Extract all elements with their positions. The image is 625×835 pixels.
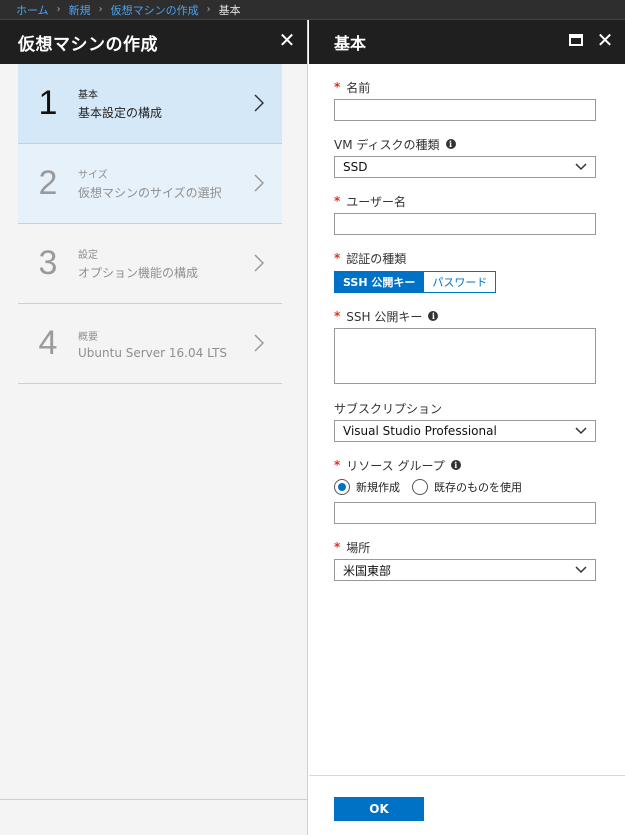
required-asterisk: * xyxy=(334,309,341,323)
auth-ssh-key-option[interactable]: SSH 公開キー xyxy=(334,271,425,293)
vm-disk-type-label-text: VM ディスクの種類 xyxy=(334,137,440,152)
username-label: * ユーザー名 xyxy=(334,194,596,209)
location-label-text: 場所 xyxy=(346,540,371,555)
info-icon[interactable]: i xyxy=(428,311,439,321)
step-number: 3 xyxy=(38,244,58,282)
subscription-select[interactable]: Visual Studio Professional xyxy=(334,420,596,442)
chevron-right-icon xyxy=(254,334,264,352)
chevron-right-icon: › xyxy=(206,4,211,15)
auth-type-toggle: SSH 公開キー パスワード xyxy=(334,271,596,293)
required-asterisk: * xyxy=(334,540,341,554)
chevron-right-icon xyxy=(254,94,264,112)
username-label-text: ユーザー名 xyxy=(346,194,407,209)
ssh-key-label-text: SSH 公開キー xyxy=(346,309,423,324)
step-settings[interactable]: 3 設定 オプション機能の構成 xyxy=(18,224,282,304)
step-title: 基本 xyxy=(78,90,98,101)
ssh-key-label: * SSH 公開キー i xyxy=(334,309,596,324)
subscription-label-text: サブスクリプション xyxy=(334,401,443,416)
basics-form: * 名前 VM ディスクの種類 i SSD * ユーザー名 * 認証の種類 SS… xyxy=(334,80,596,581)
breadcrumb: ホーム › 新規 › 仮想マシンの作成 › 基本 xyxy=(0,0,625,20)
step-subtitle: 仮想マシンのサイズの選択 xyxy=(78,186,222,200)
create-vm-blade: 仮想マシンの作成 ✕ 1 基本 基本設定の構成 2 サイズ 仮想マシンのサイズの… xyxy=(0,20,308,835)
auth-type-label-text: 認証の種類 xyxy=(346,251,407,266)
auth-password-option[interactable]: パスワード xyxy=(424,271,497,293)
step-subtitle: Ubuntu Server 16.04 LTS xyxy=(78,345,228,360)
blade-title: 基本 xyxy=(334,34,367,53)
chevron-down-icon xyxy=(575,163,587,171)
divider xyxy=(309,775,625,776)
radio-create-new[interactable] xyxy=(334,479,350,495)
chevron-right-icon xyxy=(254,174,264,192)
resource-group-label: * リソース グループ i xyxy=(334,458,596,473)
blade-title: 仮想マシンの作成 xyxy=(18,34,158,55)
divider xyxy=(0,799,307,800)
wizard-steps: 1 基本 基本設定の構成 2 サイズ 仮想マシンのサイズの選択 3 設定 オプシ… xyxy=(18,64,282,384)
location-select[interactable]: 米国東部 xyxy=(334,559,596,581)
required-asterisk: * xyxy=(334,194,341,208)
maximize-icon[interactable] xyxy=(569,34,583,46)
breadcrumb-current: 基本 xyxy=(218,3,241,17)
name-input[interactable] xyxy=(334,99,596,121)
resource-group-input[interactable] xyxy=(334,502,596,524)
radio-create-new-label[interactable]: 新規作成 xyxy=(356,479,400,495)
blade-header: 仮想マシンの作成 ✕ xyxy=(0,20,307,64)
location-value: 米国東部 xyxy=(343,563,392,578)
ssh-key-textarea[interactable] xyxy=(334,328,596,384)
name-label-text: 名前 xyxy=(346,80,371,95)
name-label: * 名前 xyxy=(334,80,596,95)
step-title: 設定 xyxy=(78,250,98,261)
radio-use-existing-label[interactable]: 既存のものを使用 xyxy=(434,479,522,495)
required-asterisk: * xyxy=(334,80,341,94)
info-icon[interactable]: i xyxy=(445,139,456,149)
step-title: サイズ xyxy=(78,170,108,181)
resource-group-label-text: リソース グループ xyxy=(346,458,445,473)
close-icon[interactable]: ✕ xyxy=(277,30,297,50)
step-size[interactable]: 2 サイズ 仮想マシンのサイズの選択 xyxy=(18,144,282,224)
vm-disk-type-select[interactable]: SSD xyxy=(334,156,596,178)
breadcrumb-create-vm[interactable]: 仮想マシンの作成 xyxy=(111,2,199,18)
info-icon[interactable]: i xyxy=(450,460,461,470)
step-title: 概要 xyxy=(78,331,98,343)
breadcrumb-home[interactable]: ホーム xyxy=(16,2,49,18)
close-icon[interactable]: ✕ xyxy=(595,30,615,50)
vm-disk-type-value: SSD xyxy=(343,160,368,174)
breadcrumb-new[interactable]: 新規 xyxy=(69,2,91,18)
auth-type-label: * 認証の種類 xyxy=(334,251,596,266)
step-number: 4 xyxy=(38,324,58,362)
radio-use-existing[interactable] xyxy=(412,479,428,495)
step-subtitle: 基本設定の構成 xyxy=(78,106,163,120)
blade-header: 基本 ✕ xyxy=(309,20,625,64)
step-subtitle: オプション機能の構成 xyxy=(78,266,199,280)
location-label: * 場所 xyxy=(334,540,596,555)
required-asterisk: * xyxy=(334,251,341,265)
subscription-label: サブスクリプション xyxy=(334,401,596,416)
step-number: 1 xyxy=(38,84,58,122)
username-input[interactable] xyxy=(334,213,596,235)
step-number: 2 xyxy=(38,164,58,202)
chevron-down-icon xyxy=(575,566,587,574)
step-basics[interactable]: 1 基本 基本設定の構成 xyxy=(18,64,282,144)
resource-group-radios: 新規作成 既存のものを使用 xyxy=(334,478,596,496)
ok-button[interactable]: OK xyxy=(334,797,424,821)
chevron-right-icon: › xyxy=(56,4,61,15)
chevron-right-icon xyxy=(254,254,264,272)
chevron-down-icon xyxy=(575,427,587,435)
basics-blade: 基本 ✕ * 名前 VM ディスクの種類 i SSD * ユーザー名 * 認証の… xyxy=(309,20,625,835)
vm-disk-type-label: VM ディスクの種類 i xyxy=(334,137,596,152)
step-summary[interactable]: 4 概要 Ubuntu Server 16.04 LTS xyxy=(18,304,282,384)
required-asterisk: * xyxy=(334,458,341,472)
subscription-value: Visual Studio Professional xyxy=(343,424,497,438)
chevron-right-icon: › xyxy=(98,4,103,15)
